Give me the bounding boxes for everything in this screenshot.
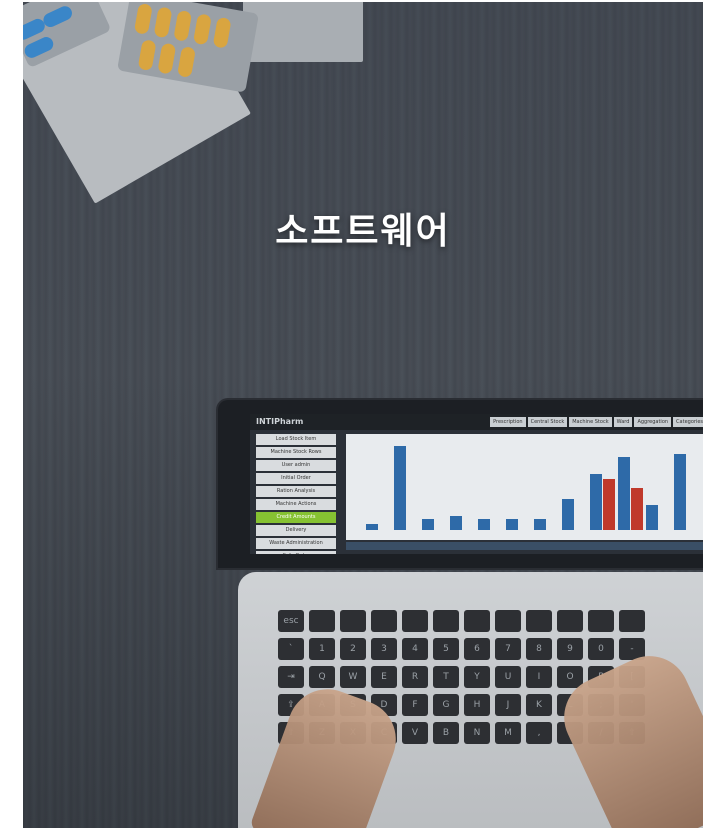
app-sidebar-item: Initial Order xyxy=(256,473,336,484)
chart-bar xyxy=(478,518,490,530)
app-footer xyxy=(346,542,703,550)
keyboard-key: B xyxy=(433,722,459,744)
app-header: INTIPharm Prescription Central Stock Machi… xyxy=(250,414,703,430)
app-sidebar-item: Ration Analysis xyxy=(256,486,336,497)
keyboard-key: W xyxy=(340,666,366,688)
app-tab: Central Stock xyxy=(527,417,568,427)
chart-bar xyxy=(562,499,574,530)
keyboard-key: Y xyxy=(464,666,490,688)
chart-bar xyxy=(506,518,518,530)
chart-bar xyxy=(674,454,686,530)
app-sidebar-item: Load Stock Item xyxy=(256,434,336,445)
laptop-lid: INTIPharm Prescription Central Stock Machi… xyxy=(218,400,703,568)
keyboard-key xyxy=(619,610,645,632)
app-sidebar-item: Waste Administration xyxy=(256,538,336,549)
keyboard-key: 4 xyxy=(402,638,428,660)
keyboard-key xyxy=(340,610,366,632)
keyboard-key xyxy=(371,610,397,632)
keyboard-key: M xyxy=(495,722,521,744)
hero-banner: 소프트웨어 INTIPharm Prescription Central Stoc… xyxy=(23,2,703,828)
keyboard-key: , xyxy=(526,722,552,744)
app-tabs: Prescription Central Stock Machine Stock Wa… xyxy=(490,417,703,427)
keyboard-key xyxy=(402,610,428,632)
keyboard-key: 2 xyxy=(340,638,366,660)
app-chart xyxy=(346,434,703,540)
keyboard-key: J xyxy=(495,694,521,716)
chart-bar xyxy=(618,456,630,530)
keyboard-key: 7 xyxy=(495,638,521,660)
app-tab: Aggregation xyxy=(634,417,672,427)
app-sidebar-item: Credit Amounts xyxy=(256,512,336,523)
keyboard-key: 3 xyxy=(371,638,397,660)
keyboard-key: H xyxy=(464,694,490,716)
keyboard-key: 9 xyxy=(557,638,583,660)
chart-bar xyxy=(646,504,658,530)
chart-bar xyxy=(422,518,434,530)
app-sidebar-item: Delivery xyxy=(256,525,336,536)
keyboard-key: 6 xyxy=(464,638,490,660)
app-sidebar-item: Machine Stock Rows xyxy=(256,447,336,458)
app-sidebar-item: Cafe Order xyxy=(256,551,336,554)
keyboard-key: V xyxy=(402,722,428,744)
app-sidebar-item: User admin xyxy=(256,460,336,471)
keyboard-key: K xyxy=(526,694,552,716)
keyboard-key: 0 xyxy=(588,638,614,660)
keyboard-key: R xyxy=(402,666,428,688)
app-sidebar-item: Machine Actions xyxy=(256,499,336,510)
chart-bar xyxy=(534,518,546,530)
keyboard-key: Q xyxy=(309,666,335,688)
keyboard-key: ⇥ xyxy=(278,666,304,688)
keyboard-key: 8 xyxy=(526,638,552,660)
keyboard-key xyxy=(464,610,490,632)
keyboard-key xyxy=(495,610,521,632)
chart-bar xyxy=(366,524,378,530)
keyboard-key xyxy=(557,610,583,632)
keyboard-key xyxy=(526,610,552,632)
keyboard-key: esc xyxy=(278,610,304,632)
keyboard-key: F xyxy=(402,694,428,716)
chart-bar xyxy=(631,487,643,530)
chart-bar xyxy=(590,473,602,530)
keyboard-key: 5 xyxy=(433,638,459,660)
keyboard-key: N xyxy=(464,722,490,744)
app-sidebar: Load Stock Item Machine Stock Rows User ad… xyxy=(256,434,336,554)
keyboard-row: esc xyxy=(278,610,703,632)
paper-sheet xyxy=(243,2,363,62)
app-tab: Categories xyxy=(673,417,703,427)
chart-bar xyxy=(394,445,406,530)
app-tab: Machine Stock xyxy=(569,417,612,427)
keyboard-key xyxy=(433,610,459,632)
app-tab: Prescription xyxy=(490,417,526,427)
chart-bar xyxy=(603,479,615,530)
app-tab: Ward xyxy=(613,417,633,427)
keyboard-key: G xyxy=(433,694,459,716)
page-title: 소프트웨어 xyxy=(275,211,451,252)
keyboard-key xyxy=(309,610,335,632)
keyboard-key: I xyxy=(526,666,552,688)
app-logo: INTIPharm xyxy=(256,417,304,426)
laptop-screen: INTIPharm Prescription Central Stock Machi… xyxy=(250,414,703,554)
keyboard-key: T xyxy=(433,666,459,688)
keyboard-key: U xyxy=(495,666,521,688)
keyboard-key: E xyxy=(371,666,397,688)
keyboard-key: ` xyxy=(278,638,304,660)
keyboard-key: 1 xyxy=(309,638,335,660)
keyboard-key xyxy=(588,610,614,632)
chart-bar xyxy=(450,515,462,530)
